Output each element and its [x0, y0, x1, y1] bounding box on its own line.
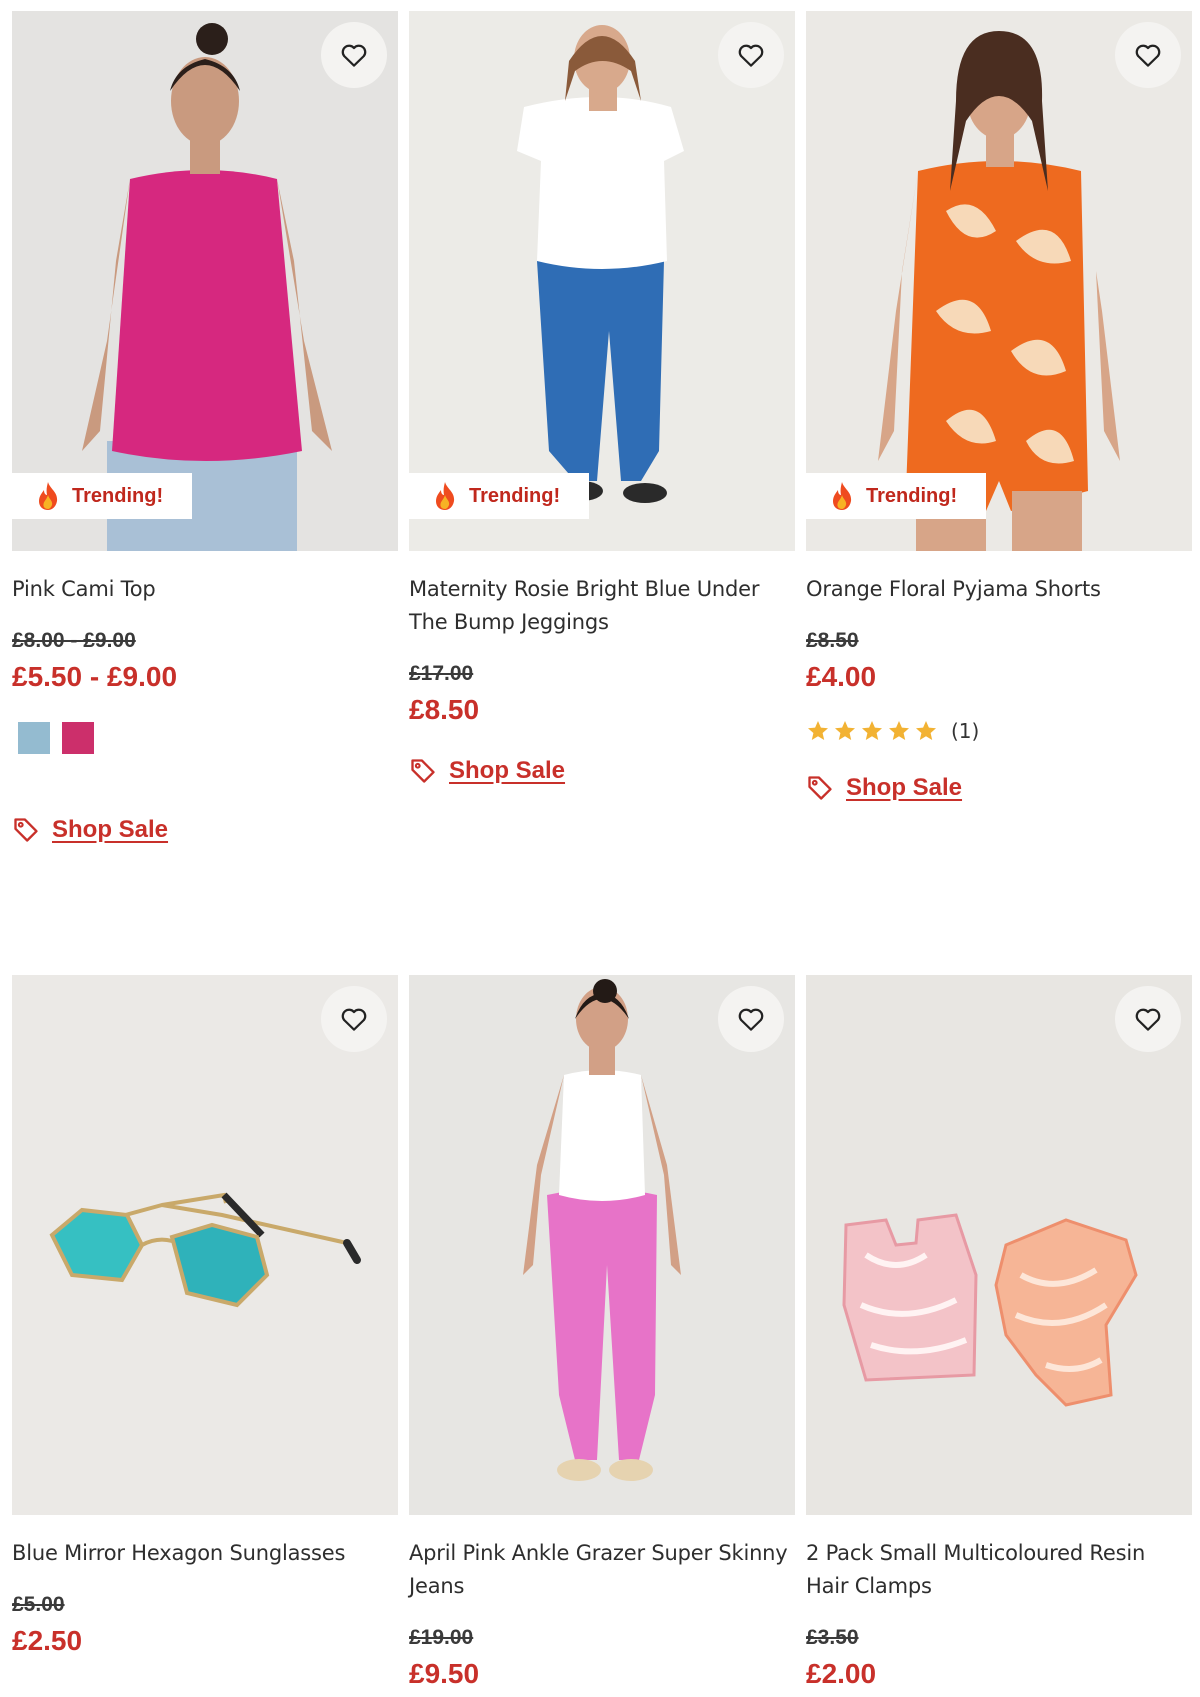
- star-icon: [916, 721, 936, 740]
- shop-sale-link[interactable]: Shop Sale: [12, 816, 398, 844]
- trending-badge: Trending!: [806, 473, 986, 519]
- wishlist-button[interactable]: [1115, 986, 1181, 1052]
- wishlist-button[interactable]: [718, 22, 784, 88]
- trending-label: Trending!: [72, 484, 164, 507]
- sale-price: £5.50 - £9.00: [12, 661, 178, 692]
- sale-price: £2.00: [806, 1658, 877, 1689]
- product-photo-pink-jeans: [409, 975, 795, 1515]
- was-price: £5.00: [12, 1593, 65, 1616]
- flame-icon: [39, 482, 58, 510]
- product-name[interactable]: April Pink Ankle Grazer Super Skinny Jea…: [409, 1537, 795, 1603]
- star-rating[interactable]: (1): [806, 716, 1192, 746]
- product-photo-sunglasses: [12, 975, 398, 1515]
- product-image[interactable]: [806, 975, 1192, 1515]
- was-price: £8.00 - £9.00: [12, 629, 136, 652]
- product-name[interactable]: Blue Mirror Hexagon Sunglasses: [12, 1537, 398, 1570]
- shop-sale-link[interactable]: Shop Sale: [806, 774, 1192, 802]
- colour-swatches: [12, 722, 398, 754]
- heart-outline-icon: [341, 1008, 367, 1031]
- sale-price: £8.50: [409, 694, 480, 725]
- sale-price: £9.50: [409, 1658, 480, 1689]
- was-price: £19.00: [409, 1626, 474, 1649]
- star-icon: [808, 721, 828, 740]
- shop-sale-link[interactable]: Shop Sale: [409, 757, 795, 785]
- product-image[interactable]: [12, 975, 398, 1515]
- was-price: £17.00: [409, 662, 474, 685]
- flame-icon: [436, 482, 455, 510]
- product-photo-orange-pyjama: [806, 11, 1192, 551]
- product-card[interactable]: Trending! Maternity Rosie Bright Blue Un…: [409, 11, 795, 785]
- heart-outline-icon: [341, 44, 367, 67]
- product-name[interactable]: Pink Cami Top: [12, 573, 398, 606]
- wishlist-button[interactable]: [718, 986, 784, 1052]
- product-card[interactable]: Trending! Pink Cami Top £8.00 - £9.00 £5…: [12, 11, 398, 844]
- wishlist-button[interactable]: [321, 22, 387, 88]
- shop-sale-text[interactable]: Shop Sale: [846, 774, 962, 802]
- wishlist-button[interactable]: [321, 986, 387, 1052]
- heart-outline-icon: [738, 1008, 764, 1031]
- product-image[interactable]: [409, 975, 795, 1515]
- product-photo-hair-clamps: [806, 975, 1192, 1515]
- trending-label: Trending!: [469, 484, 561, 507]
- product-photo-pink-cami: [12, 11, 398, 551]
- star-icon: [889, 721, 909, 740]
- product-name[interactable]: Orange Floral Pyjama Shorts: [806, 573, 1192, 606]
- product-name[interactable]: Maternity Rosie Bright Blue Under The Bu…: [409, 573, 795, 639]
- was-price: £8.50: [806, 629, 859, 652]
- shop-sale-text[interactable]: Shop Sale: [449, 757, 565, 785]
- product-card[interactable]: April Pink Ankle Grazer Super Skinny Jea…: [409, 975, 795, 1691]
- product-image[interactable]: Trending!: [409, 11, 795, 551]
- product-photo-maternity-jeggings: [409, 11, 795, 551]
- shop-sale-text[interactable]: Shop Sale: [52, 816, 168, 844]
- trending-label: Trending!: [866, 484, 958, 507]
- tag-icon: [411, 759, 435, 783]
- product-image[interactable]: Trending!: [806, 11, 1192, 551]
- swatch-light-blue[interactable]: [18, 722, 50, 754]
- product-card[interactable]: 2 Pack Small Multicoloured Resin Hair Cl…: [806, 975, 1192, 1691]
- swatch-pink[interactable]: [62, 722, 94, 754]
- tag-icon: [808, 776, 832, 800]
- heart-outline-icon: [1135, 44, 1161, 67]
- wishlist-button[interactable]: [1115, 22, 1181, 88]
- sale-price: £2.50: [12, 1625, 83, 1656]
- product-card[interactable]: Blue Mirror Hexagon Sunglasses £5.00 £2.…: [12, 975, 398, 1658]
- tag-icon: [14, 818, 38, 842]
- was-price: £3.50: [806, 1626, 859, 1649]
- flame-icon: [833, 482, 852, 510]
- sale-price: £4.00: [806, 661, 877, 692]
- heart-outline-icon: [738, 44, 764, 67]
- trending-badge: Trending!: [12, 473, 192, 519]
- product-image[interactable]: Trending!: [12, 11, 398, 551]
- trending-badge: Trending!: [409, 473, 589, 519]
- product-name[interactable]: 2 Pack Small Multicoloured Resin Hair Cl…: [806, 1537, 1192, 1603]
- star-icon: [835, 721, 855, 740]
- review-count: (1): [951, 719, 980, 743]
- heart-outline-icon: [1135, 1008, 1161, 1031]
- star-icon: [862, 721, 882, 740]
- product-card[interactable]: Trending! Orange Floral Pyjama Shorts £8…: [806, 11, 1192, 802]
